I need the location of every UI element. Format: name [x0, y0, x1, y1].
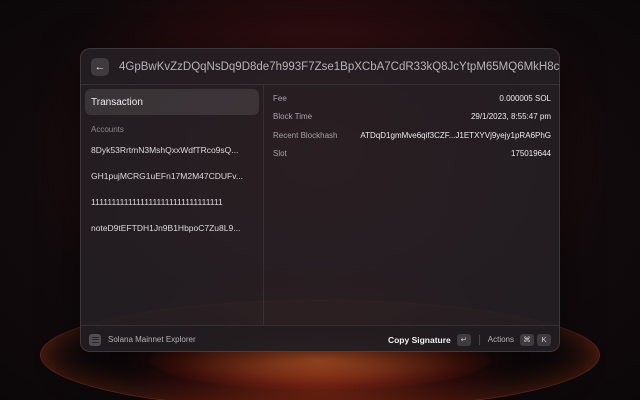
metadata-row-slot: Slot 175019644 — [273, 145, 551, 164]
list-icon — [89, 333, 101, 346]
actions-button[interactable]: Actions — [488, 335, 514, 344]
metadata-row-block-time: Block Time 29/1/2023, 8:55:47 pm — [273, 108, 551, 127]
action-bar: Solana Mainnet Explorer Copy Signature ↵… — [81, 325, 559, 351]
back-button[interactable]: ← — [91, 57, 109, 76]
search-bar: ← — [81, 49, 559, 85]
footer-title: Solana Mainnet Explorer — [108, 335, 196, 344]
footer-divider — [478, 334, 480, 345]
arrow-left-icon: ← — [94, 60, 106, 73]
list-item[interactable]: GH1pujMCRG1uEFn17M2M47CDUFv... — [85, 163, 259, 189]
metadata-row-blockhash: Recent Blockhash ATDqD1gmMve6qif3CZF...J… — [273, 126, 551, 145]
k-key-hint: K — [537, 333, 551, 346]
copy-signature-button[interactable]: Copy Signature — [388, 335, 451, 345]
command-key-hint: ⌘ — [520, 333, 534, 346]
command-window: ← Transaction Accounts 8Dyk53RrtmN3MshQx… — [80, 48, 560, 352]
metadata-value: 175019644 — [510, 149, 551, 159]
list-item[interactable]: 11111111111111111111111111111111 — [85, 189, 259, 215]
list-item[interactable]: noteD9tEFTDH1Jn9B1HbpoC7Zu8L9... — [85, 215, 259, 241]
metadata-label: Fee — [273, 93, 287, 103]
metadata-row-fee: Fee 0.000005 SOL — [273, 89, 551, 108]
metadata-label: Block Time — [273, 112, 313, 122]
enter-key-hint: ↵ — [456, 333, 471, 346]
metadata-value: 29/1/2023, 8:55:47 pm — [470, 112, 551, 122]
sidebar: Transaction Accounts 8Dyk53RrtmN3MshQxxW… — [81, 85, 264, 325]
metadata-value: 0.000005 SOL — [499, 93, 551, 103]
metadata-label: Slot — [273, 149, 287, 159]
metadata-value: ATDqD1gmMve6qif3CZF...J1ETXYVj9yejy1pRA6… — [360, 130, 551, 140]
detail-panel: Fee 0.000005 SOL Block Time 29/1/2023, 8… — [264, 85, 559, 325]
sidebar-item-transaction[interactable]: Transaction — [85, 89, 259, 115]
section-title-accounts: Accounts — [91, 125, 124, 134]
search-input[interactable] — [119, 60, 559, 73]
metadata-label: Recent Blockhash — [273, 130, 338, 140]
sidebar-item-label: Transaction — [91, 96, 143, 108]
list-item[interactable]: 8Dyk53RrtmN3MshQxxWdfTRco9sQ... — [85, 137, 259, 163]
